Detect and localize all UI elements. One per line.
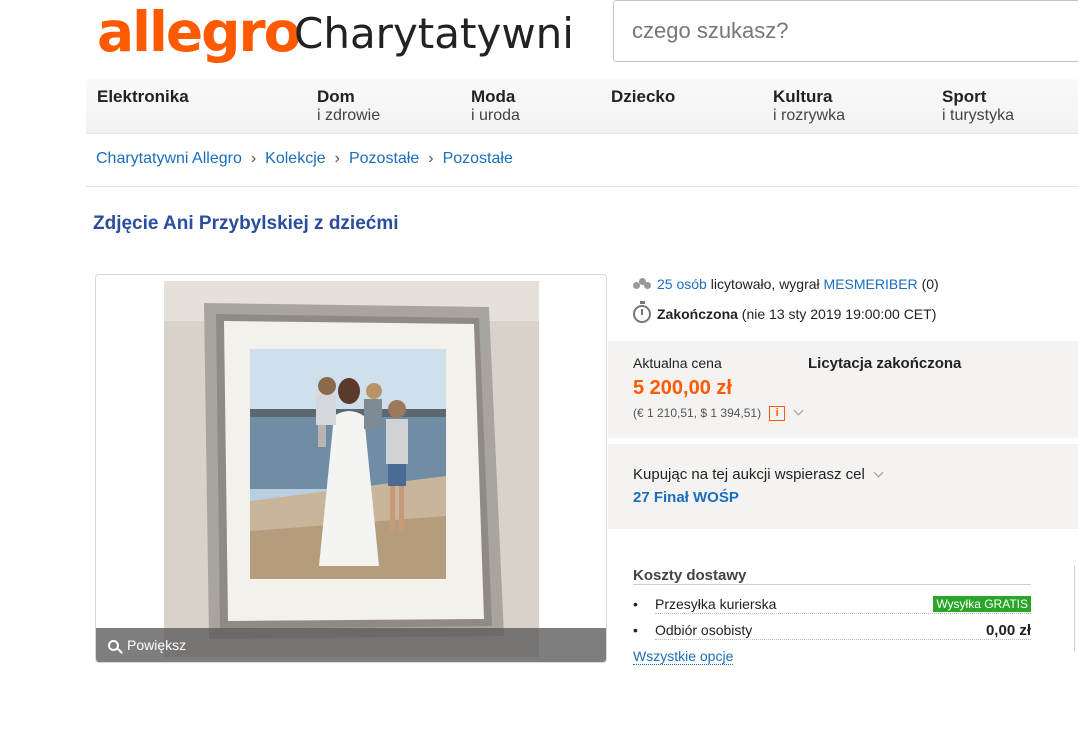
cause-link[interactable]: 27 Finał WOŚP <box>633 489 739 506</box>
divider <box>633 584 1031 585</box>
end-date: (nie 13 sty 2019 19:00:00 CET) <box>741 306 937 322</box>
nav-item-sub-label: i uroda <box>471 107 520 124</box>
nav-item-sub-label: i turystyka <box>942 107 1015 124</box>
auction-status: Zakończona (nie 13 sty 2019 19:00:00 CET… <box>633 301 937 323</box>
breadcrumb-separator: › <box>428 150 434 167</box>
currency-conversion: (€ 1 210,51, $ 1 394,51) i <box>633 405 804 422</box>
price-label: Aktualna cena <box>633 355 722 371</box>
shipping-price: 0,00 zł <box>981 622 1031 639</box>
bullet: • <box>633 622 638 638</box>
breadcrumb-charytatywni[interactable]: Charytatywni Allegro <box>96 150 242 167</box>
leader-dots <box>655 639 1031 640</box>
nav-item-main-label: Dom <box>317 87 355 106</box>
price-box: Aktualna cena Licytacja zakończona 5 200… <box>608 341 1078 438</box>
bids-text: licytowało, wygrał <box>710 276 820 292</box>
divider <box>86 186 1078 187</box>
winner-link[interactable]: MESMERIBER <box>824 276 918 292</box>
nav-item-main-label: Dziecko <box>611 87 676 106</box>
search-input[interactable] <box>614 1 1078 61</box>
shipping-option-name: Przesyłka kurierska <box>655 596 781 612</box>
stopwatch-icon <box>633 301 651 323</box>
product-photo[interactable] <box>164 281 539 657</box>
status-label: Zakończona <box>657 306 738 322</box>
nav-item-main-label: Elektronika <box>97 87 189 106</box>
conversion-values: (€ 1 210,51, $ 1 394,51) <box>633 406 762 420</box>
nav-item-elektronika[interactable]: Elektronika <box>97 87 189 106</box>
nav-item-kultura[interactable]: Kultura i rozrywka <box>773 87 845 125</box>
side-panel-edge <box>1074 566 1078 651</box>
shipping-option-pickup: • Odbiór osobisty 0,00 zł <box>633 622 1031 642</box>
auction-ended-label: Licytacja zakończona <box>808 355 962 372</box>
nav-item-moda[interactable]: Moda i uroda <box>471 87 520 125</box>
all-options-link[interactable]: Wszystkie opcje <box>633 648 734 665</box>
nav-item-dziecko[interactable]: Dziecko <box>611 87 675 106</box>
category-nav: Elektronika Dom i zdrowie Moda i uroda D… <box>86 79 1078 134</box>
chevron-down-icon[interactable] <box>873 467 884 478</box>
nav-item-main-label: Kultura <box>773 87 833 106</box>
breadcrumb-separator: › <box>250 150 257 167</box>
nav-item-sub-label: i rozrywka <box>773 107 846 124</box>
bids-info: 25 osób licytowało, wygrał MESMERIBER (0… <box>633 276 939 292</box>
people-icon <box>633 278 651 290</box>
breadcrumb-pozostale-2[interactable]: Pozostałe <box>443 150 513 167</box>
chevron-down-icon[interactable] <box>793 405 804 416</box>
shipping-option-courier: • Przesyłka kurierska Wysyłka GRATIS <box>633 596 1031 616</box>
cause-text: Kupując na tej aukcji wspierasz cel <box>633 466 865 483</box>
free-shipping-badge: Wysyłka GRATIS <box>933 596 1031 612</box>
magnifier-icon <box>108 640 119 651</box>
nav-item-dom[interactable]: Dom i zdrowie <box>317 87 380 125</box>
bidders-count-link[interactable]: 25 osób <box>657 276 707 292</box>
nav-item-sport[interactable]: Sport i turystyka <box>942 87 1014 125</box>
breadcrumb: Charytatywni Allegro › Kolekcje › Pozostałe ›… <box>96 150 513 168</box>
zoom-button[interactable]: Powiększ <box>96 628 606 662</box>
breadcrumb-pozostale-1[interactable]: Pozostałe <box>349 150 419 167</box>
current-price: 5 200,00 zł <box>633 377 732 399</box>
winner-score: (0) <box>921 276 939 292</box>
nav-item-main-label: Sport <box>942 87 987 106</box>
nav-item-main-label: Moda <box>471 87 516 106</box>
shipping-title: Koszty dostawy <box>633 567 747 584</box>
bullet: • <box>633 596 638 612</box>
shipping-option-name: Odbiór osobisty <box>655 622 757 638</box>
info-icon[interactable]: i <box>769 406 786 422</box>
search-box[interactable] <box>613 0 1078 62</box>
cause-text-row[interactable]: Kupując na tej aukcji wspierasz cel <box>633 466 884 483</box>
breadcrumb-separator: › <box>334 150 340 167</box>
breadcrumb-kolekcje[interactable]: Kolekcje <box>265 150 325 167</box>
charity-cause-box: Kupując na tej aukcji wspierasz cel 27 F… <box>608 444 1078 529</box>
charytatywni-logo-text[interactable]: Charytatywni <box>294 8 574 60</box>
nav-item-sub-label: i zdrowie <box>317 107 381 124</box>
allegro-logo[interactable]: allegro <box>97 2 301 62</box>
leader-dots <box>655 613 1031 614</box>
zoom-label: Powiększ <box>127 637 187 653</box>
product-image-box[interactable]: Powiększ <box>95 274 607 663</box>
page-title: Zdjęcie Ani Przybylskiej z dziećmi <box>93 213 399 234</box>
